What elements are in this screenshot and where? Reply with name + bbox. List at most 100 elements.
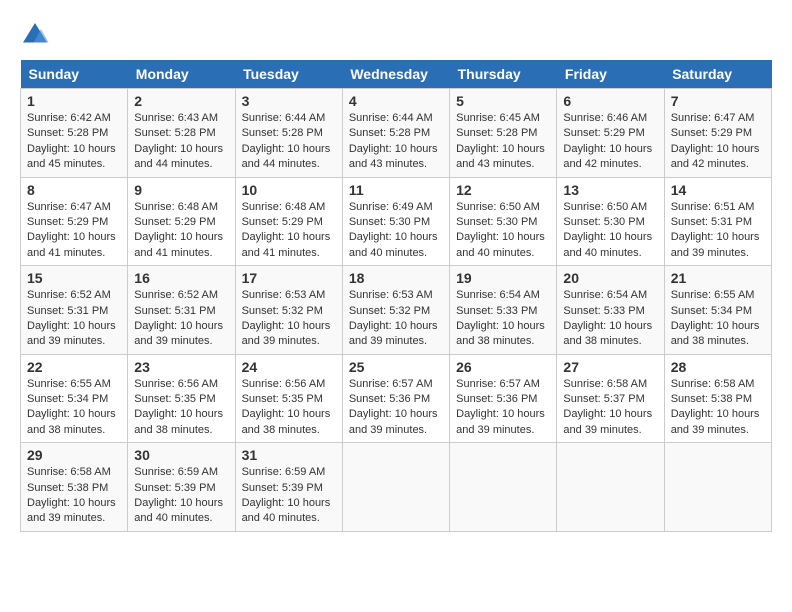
day-info: Daylight: 10 hours bbox=[242, 230, 336, 245]
calendar-cell: 24 Sunrise: 6:56 AMSunset: 5:35 PMDayligh… bbox=[235, 354, 342, 443]
day-info: Sunset: 5:29 PM bbox=[27, 215, 121, 230]
day-number: 6 bbox=[563, 93, 657, 109]
day-info: Sunset: 5:31 PM bbox=[27, 304, 121, 319]
day-info: and 39 minutes. bbox=[456, 423, 550, 438]
day-info: Sunset: 5:35 PM bbox=[242, 392, 336, 407]
day-info: Sunset: 5:32 PM bbox=[349, 304, 443, 319]
day-info: and 38 minutes. bbox=[456, 334, 550, 349]
day-info: and 45 minutes. bbox=[27, 157, 121, 172]
day-info: Daylight: 10 hours bbox=[349, 230, 443, 245]
calendar-cell: 8Sunrise: 6:47 AMSunset: 5:29 PMDaylight… bbox=[21, 177, 128, 266]
day-number: 21 bbox=[671, 270, 765, 286]
day-info: and 38 minutes. bbox=[27, 423, 121, 438]
day-info: Sunset: 5:35 PM bbox=[134, 392, 228, 407]
day-info: and 41 minutes. bbox=[134, 246, 228, 261]
day-info: Sunrise: 6:48 AM bbox=[242, 200, 336, 215]
calendar-cell: 3Sunrise: 6:44 AMSunset: 5:28 PMDaylight… bbox=[235, 89, 342, 178]
calendar-cell: 29Sunrise: 6:58 AMSunset: 5:38 PMDayligh… bbox=[21, 443, 128, 532]
calendar-cell bbox=[664, 443, 771, 532]
day-number: 7 bbox=[671, 93, 765, 109]
day-info: Sunrise: 6:56 AM bbox=[242, 377, 336, 392]
calendar-cell: 22Sunrise: 6:55 AMSunset: 5:34 PMDayligh… bbox=[21, 354, 128, 443]
day-info: and 38 minutes. bbox=[563, 334, 657, 349]
calendar-cell: 13Sunrise: 6:50 AMSunset: 5:30 PMDayligh… bbox=[557, 177, 664, 266]
day-info: Daylight: 10 hours bbox=[563, 230, 657, 245]
day-info: Sunset: 5:34 PM bbox=[27, 392, 121, 407]
day-info: Daylight: 10 hours bbox=[671, 407, 765, 422]
day-info: and 38 minutes. bbox=[671, 334, 765, 349]
day-info: and 40 minutes. bbox=[134, 511, 228, 526]
day-number: 24 bbox=[242, 359, 336, 375]
calendar-cell: 5Sunrise: 6:45 AMSunset: 5:28 PMDaylight… bbox=[450, 89, 557, 178]
day-info: Daylight: 10 hours bbox=[242, 407, 336, 422]
day-info: Daylight: 10 hours bbox=[134, 319, 228, 334]
day-info: Daylight: 10 hours bbox=[134, 407, 228, 422]
calendar-cell: 11Sunrise: 6:49 AMSunset: 5:30 PMDayligh… bbox=[342, 177, 449, 266]
day-info: Sunset: 5:38 PM bbox=[27, 481, 121, 496]
day-info: Daylight: 10 hours bbox=[563, 319, 657, 334]
day-number: 4 bbox=[349, 93, 443, 109]
day-info: Daylight: 10 hours bbox=[456, 319, 550, 334]
day-info: Daylight: 10 hours bbox=[242, 142, 336, 157]
day-info: Sunrise: 6:47 AM bbox=[671, 111, 765, 126]
day-number: 13 bbox=[563, 182, 657, 198]
calendar-cell bbox=[342, 443, 449, 532]
day-number: 31 bbox=[242, 447, 336, 463]
day-info: Daylight: 10 hours bbox=[671, 142, 765, 157]
day-info: Sunset: 5:36 PM bbox=[456, 392, 550, 407]
day-info: Sunrise: 6:50 AM bbox=[456, 200, 550, 215]
day-info: Daylight: 10 hours bbox=[349, 319, 443, 334]
col-header-monday: Monday bbox=[128, 60, 235, 89]
day-number: 12 bbox=[456, 182, 550, 198]
day-number: 10 bbox=[242, 182, 336, 198]
logo-icon bbox=[20, 20, 50, 50]
day-info: Sunrise: 6:58 AM bbox=[563, 377, 657, 392]
day-number: 29 bbox=[27, 447, 121, 463]
day-info: Sunset: 5:39 PM bbox=[242, 481, 336, 496]
day-number: 5 bbox=[456, 93, 550, 109]
day-info: Daylight: 10 hours bbox=[242, 319, 336, 334]
day-number: 25 bbox=[349, 359, 443, 375]
day-info: Sunrise: 6:55 AM bbox=[27, 377, 121, 392]
day-info: Sunset: 5:30 PM bbox=[349, 215, 443, 230]
calendar-cell: 6Sunrise: 6:46 AMSunset: 5:29 PMDaylight… bbox=[557, 89, 664, 178]
calendar-cell: 15Sunrise: 6:52 AMSunset: 5:31 PMDayligh… bbox=[21, 266, 128, 355]
day-info: Sunrise: 6:52 AM bbox=[27, 288, 121, 303]
day-info: Daylight: 10 hours bbox=[134, 230, 228, 245]
day-info: and 40 minutes. bbox=[242, 511, 336, 526]
page-header bbox=[20, 20, 772, 50]
calendar-cell: 14Sunrise: 6:51 AMSunset: 5:31 PMDayligh… bbox=[664, 177, 771, 266]
week-row-2: 8Sunrise: 6:47 AMSunset: 5:29 PMDaylight… bbox=[21, 177, 772, 266]
day-info: Sunset: 5:30 PM bbox=[563, 215, 657, 230]
day-info: Sunrise: 6:52 AM bbox=[134, 288, 228, 303]
day-info: Sunrise: 6:43 AM bbox=[134, 111, 228, 126]
day-info: Sunset: 5:36 PM bbox=[349, 392, 443, 407]
calendar-cell: 23Sunrise: 6:56 AMSunset: 5:35 PMDayligh… bbox=[128, 354, 235, 443]
day-info: Sunrise: 6:57 AM bbox=[456, 377, 550, 392]
day-number: 14 bbox=[671, 182, 765, 198]
day-info: Sunrise: 6:46 AM bbox=[563, 111, 657, 126]
day-info: and 39 minutes. bbox=[242, 334, 336, 349]
day-info: Sunrise: 6:54 AM bbox=[456, 288, 550, 303]
calendar-cell: 20Sunrise: 6:54 AMSunset: 5:33 PMDayligh… bbox=[557, 266, 664, 355]
day-info: Sunset: 5:29 PM bbox=[671, 126, 765, 141]
day-info: and 39 minutes. bbox=[349, 334, 443, 349]
calendar-cell: 1Sunrise: 6:42 AMSunset: 5:28 PMDaylight… bbox=[21, 89, 128, 178]
day-info: Daylight: 10 hours bbox=[27, 230, 121, 245]
day-info: Sunset: 5:31 PM bbox=[671, 215, 765, 230]
day-info: Daylight: 10 hours bbox=[563, 142, 657, 157]
day-info: and 42 minutes. bbox=[671, 157, 765, 172]
calendar-cell: 25Sunrise: 6:57 AMSunset: 5:36 PMDayligh… bbox=[342, 354, 449, 443]
logo bbox=[20, 20, 54, 50]
day-number: 1 bbox=[27, 93, 121, 109]
calendar-cell: 4Sunrise: 6:44 AMSunset: 5:28 PMDaylight… bbox=[342, 89, 449, 178]
day-info: and 39 minutes. bbox=[134, 334, 228, 349]
day-info: and 43 minutes. bbox=[349, 157, 443, 172]
day-info: Sunrise: 6:58 AM bbox=[671, 377, 765, 392]
day-info: Sunrise: 6:59 AM bbox=[134, 465, 228, 480]
day-info: Sunset: 5:32 PM bbox=[242, 304, 336, 319]
day-info: Sunrise: 6:55 AM bbox=[671, 288, 765, 303]
day-info: Daylight: 10 hours bbox=[671, 319, 765, 334]
day-info: and 44 minutes. bbox=[134, 157, 228, 172]
day-number: 18 bbox=[349, 270, 443, 286]
